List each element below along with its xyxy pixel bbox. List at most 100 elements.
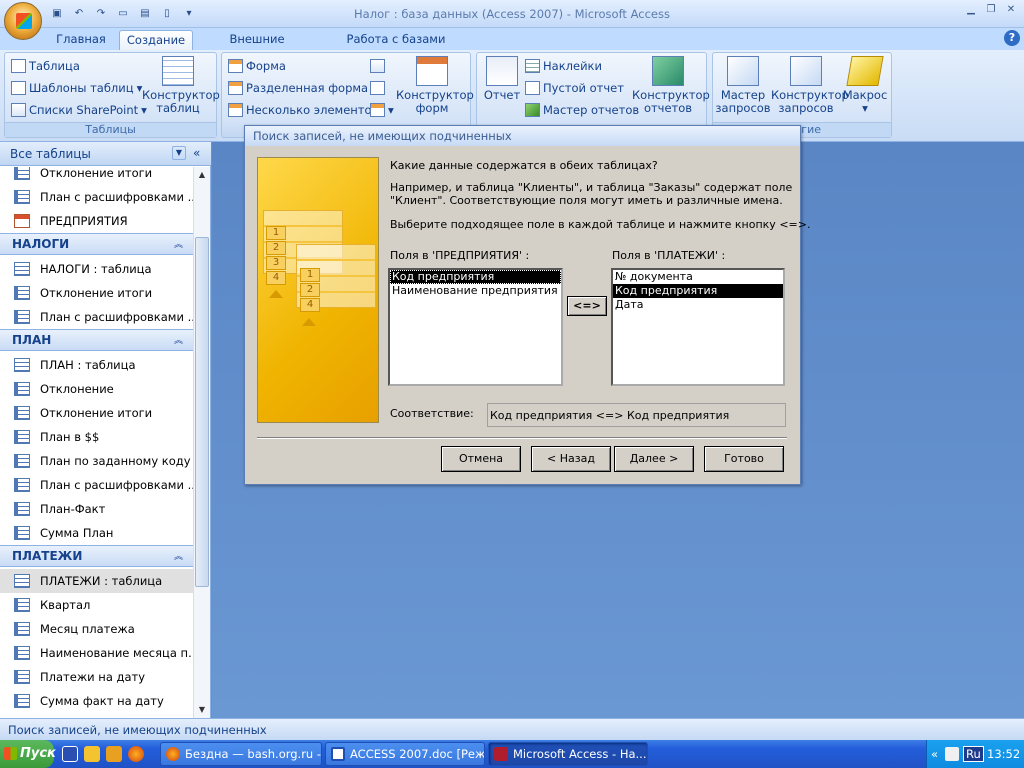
taskbar-item-access[interactable]: Microsoft Access - На... <box>488 742 648 766</box>
macro-button[interactable]: Макрос ▾ <box>841 56 889 115</box>
sharepoint-icon <box>11 103 26 117</box>
multiple-items-button[interactable]: Несколько элементов <box>228 100 378 120</box>
nav-item[interactable]: Отклонение итоги <box>0 281 193 305</box>
nav-title[interactable]: Все таблицы <box>10 147 91 161</box>
list-item[interactable]: Дата <box>613 298 783 312</box>
nav-item[interactable]: Квартал <box>0 593 193 617</box>
close-icon[interactable]: ✕ <box>1002 3 1020 19</box>
next-button[interactable]: Далее > <box>614 446 694 472</box>
quicklaunch-messenger-icon[interactable] <box>84 746 100 762</box>
taskbar-item-word[interactable]: ACCESS 2007.doc [Режи... <box>325 742 485 766</box>
restore-icon[interactable]: ❐ <box>982 3 1000 19</box>
query-wizard-button[interactable]: Мастер запросов <box>715 56 771 115</box>
nav-group-header[interactable]: ПЛАН ︽ <box>0 329 193 351</box>
nav-item[interactable]: ПЛАТЕЖИ : таблица <box>0 569 193 593</box>
language-indicator[interactable]: Ru <box>963 746 984 762</box>
finish-button[interactable]: Готово <box>704 446 784 472</box>
nav-item[interactable]: Наименование месяца п... <box>0 641 193 665</box>
labels-button[interactable]: Наклейки <box>525 56 602 76</box>
scroll-thumb[interactable] <box>195 237 209 587</box>
back-button[interactable]: < Назад <box>531 446 611 472</box>
tab-home[interactable]: Главная <box>56 30 106 50</box>
form-designer-button[interactable]: Конструктор форм <box>396 56 474 115</box>
system-tray: « Ru 13:52 <box>926 740 1024 768</box>
query-designer-button[interactable]: Конструктор запросов <box>771 56 849 115</box>
tab-database-tools[interactable]: Работа с базами данных <box>325 30 467 65</box>
pivot-chart-button[interactable] <box>370 56 385 76</box>
report-button[interactable]: Отчет <box>481 56 523 102</box>
more-forms-button[interactable]: ▾ <box>370 100 394 120</box>
nav-item[interactable]: План-Факт <box>0 497 193 521</box>
nav-menu-dropdown-icon[interactable]: ▼ <box>172 146 186 160</box>
blank-page-icon[interactable]: ▯ <box>158 6 176 22</box>
query-icon <box>14 598 30 612</box>
tab-external-data[interactable]: Внешние данные <box>205 30 309 65</box>
table-templates-button[interactable]: Шаблоны таблиц ▾ <box>11 78 142 98</box>
print-preview-icon[interactable]: ▤ <box>136 6 154 22</box>
collapse-group-icon[interactable]: ︽ <box>174 333 183 346</box>
scroll-up-icon[interactable]: ▲ <box>194 167 210 183</box>
query-icon <box>14 694 30 708</box>
tray-expand-icon[interactable]: « <box>931 747 938 761</box>
taskbar-item-firefox[interactable]: Бездна — bash.org.ru - ... <box>160 742 322 766</box>
nav-item[interactable]: Сумма факт на дату <box>0 689 193 713</box>
blank-report-button[interactable]: Пустой отчет <box>525 78 624 98</box>
navigation-pane: Все таблицы ▼ « Отклонение итоги План с р… <box>0 142 211 718</box>
save-icon[interactable]: ▣ <box>48 6 66 22</box>
match-fields-button[interactable]: <=> <box>567 296 607 316</box>
nav-collapse-icon[interactable]: « <box>193 146 200 160</box>
tray-network-icon[interactable] <box>945 747 959 761</box>
query-wizard-icon <box>727 56 759 86</box>
list-item[interactable]: Код предприятия <box>390 270 561 284</box>
nav-item[interactable]: Отклонение <box>0 377 193 401</box>
form-button[interactable]: Форма <box>228 56 286 76</box>
nav-item[interactable]: Платежи на дату <box>0 665 193 689</box>
start-button[interactable]: Пуск <box>0 740 56 768</box>
nav-scrollbar[interactable]: ▲ ▼ <box>193 167 210 718</box>
list-item[interactable]: Наименование предприятия <box>390 284 561 298</box>
customize-qat-icon[interactable]: ▾ <box>180 6 198 22</box>
blank-form-button[interactable] <box>370 78 385 98</box>
collapse-group-icon[interactable]: ︽ <box>174 237 183 250</box>
undo-icon[interactable]: ↶ <box>70 6 88 22</box>
minimize-icon[interactable]: ▁ <box>962 3 980 19</box>
quicklaunch-tool-icon[interactable] <box>106 746 122 762</box>
art-number: 1 <box>266 226 286 240</box>
tab-create[interactable]: Создание <box>119 30 193 50</box>
nav-item[interactable]: Сумма План <box>0 521 193 545</box>
cancel-button[interactable]: Отмена <box>441 446 521 472</box>
scroll-down-icon[interactable]: ▼ <box>194 702 210 718</box>
quicklaunch-show-desktop-icon[interactable] <box>62 746 78 762</box>
nav-item[interactable]: План с расшифровками ... <box>0 305 193 329</box>
nav-item[interactable]: Отклонение итоги <box>0 401 193 425</box>
nav-item[interactable]: План в $$ <box>0 425 193 449</box>
nav-item[interactable]: План с расшифровками ... <box>0 473 193 497</box>
redo-icon[interactable]: ↷ <box>92 6 110 22</box>
right-fields-list[interactable]: № документа Код предприятия Дата <box>611 268 785 386</box>
split-form-button[interactable]: Разделенная форма <box>228 78 368 98</box>
list-item[interactable]: № документа <box>613 270 783 284</box>
nav-item[interactable]: НАЛОГИ : таблица <box>0 257 193 281</box>
open-folder-icon[interactable]: ▭ <box>114 6 132 22</box>
report-wizard-button[interactable]: Мастер отчетов <box>525 100 639 120</box>
list-item[interactable]: Код предприятия <box>613 284 783 298</box>
nav-group-header[interactable]: НАЛОГИ ︽ <box>0 233 193 255</box>
sharepoint-lists-button[interactable]: Списки SharePoint ▾ <box>11 100 147 120</box>
office-button[interactable] <box>4 2 42 40</box>
table-designer-button[interactable]: Конструктор таблиц <box>142 56 220 115</box>
collapse-group-icon[interactable]: ︽ <box>174 549 183 562</box>
nav-item[interactable]: План по заданному коду ... <box>0 449 193 473</box>
help-icon[interactable]: ? <box>1004 30 1020 46</box>
nav-group-header[interactable]: ПЛАТЕЖИ ︽ <box>0 545 193 567</box>
nav-item[interactable]: Месяц платежа <box>0 617 193 641</box>
nav-item[interactable]: ПРЕДПРИЯТИЯ <box>0 209 193 233</box>
table-button[interactable]: Таблица <box>11 56 80 76</box>
report-designer-button[interactable]: Конструктор отчетов <box>632 56 710 115</box>
blank-form-icon <box>370 81 385 95</box>
nav-item[interactable]: ПЛАН : таблица <box>0 353 193 377</box>
nav-item[interactable]: План с расшифровками ... <box>0 185 193 209</box>
nav-item[interactable]: Отклонение итоги <box>0 167 193 185</box>
nav-item-label: Отклонение итоги <box>40 406 153 420</box>
left-fields-list[interactable]: Код предприятия Наименование предприятия <box>388 268 563 386</box>
quicklaunch-firefox-icon[interactable] <box>128 746 144 762</box>
